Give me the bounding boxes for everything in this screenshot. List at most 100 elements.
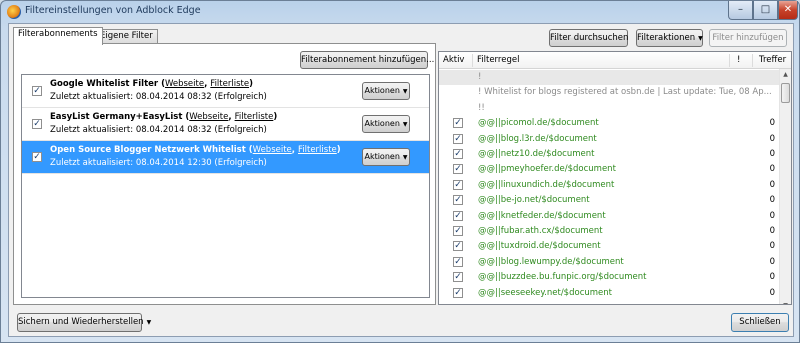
close-window-button[interactable]: ✕: [778, 1, 798, 20]
dialog-client-area: Filterabonnements Eigene Filter Filterab…: [8, 23, 794, 337]
filter-rule-text: @@||blog.l3r.de/$document: [478, 133, 597, 144]
subscription-status: Zuletzt aktualisiert: 08.04.2014 12:30 (…: [50, 158, 267, 168]
filter-row[interactable]: ✓ @@||knetfeder.de/$document 0: [439, 209, 779, 224]
vertical-scrollbar[interactable]: ▲ ▼: [779, 69, 791, 304]
filter-list-link[interactable]: Filterliste: [210, 79, 249, 89]
check-icon[interactable]: ✓: [32, 152, 42, 162]
tab-custom-filters[interactable]: Eigene Filter: [95, 29, 158, 44]
filter-hits: 0: [769, 179, 775, 190]
tab-filter-subscriptions[interactable]: Filterabonnements: [13, 27, 103, 45]
backup-restore-button[interactable]: Sichern und Wiederherstellen ▼: [17, 313, 151, 332]
subscription-row[interactable]: ✓ Google Whitelist Filter (Webseite, Fil…: [22, 75, 429, 108]
filter-rule-text: @@||seeseekey.net/$document: [478, 287, 612, 298]
filter-row[interactable]: ✓ @@||be-jo.net/$document 0: [439, 193, 779, 208]
subscription-row-selected[interactable]: ✓ Open Source Blogger Netzwerk Whitelist…: [22, 141, 429, 174]
maximize-button[interactable]: □: [753, 1, 778, 20]
filter-rule-text: @@||buzzdee.bu.funpic.org/$document: [478, 272, 647, 283]
column-header-flag[interactable]: !: [737, 55, 740, 65]
filter-row[interactable]: ✓ @@||fubar.ath.cx/$document 0: [439, 224, 779, 239]
filter-row[interactable]: ✓ @@||netz10.de/$document 0: [439, 147, 779, 162]
add-filter-button[interactable]: Filter hinzufügen: [709, 29, 787, 47]
actions-label: Aktionen: [364, 119, 400, 128]
scroll-down-icon[interactable]: ▼: [780, 300, 791, 304]
check-icon[interactable]: ✓: [32, 86, 42, 96]
check-icon[interactable]: ✓: [453, 210, 463, 221]
actions-button[interactable]: Aktionen ▼: [362, 82, 410, 100]
chevron-down-icon: ▼: [146, 319, 152, 326]
subscription-title: EasyList Germany+EasyList (Webseite, Fil…: [50, 112, 278, 122]
filter-hits: 0: [769, 210, 775, 221]
scroll-thumb[interactable]: [781, 83, 790, 103]
check-icon[interactable]: ✓: [453, 118, 463, 129]
check-icon[interactable]: ✓: [453, 241, 463, 252]
check-icon[interactable]: ✓: [453, 133, 463, 144]
filter-hits: 0: [769, 164, 775, 175]
column-header-active[interactable]: Aktiv: [443, 55, 464, 65]
filter-list-link[interactable]: Filterliste: [298, 145, 337, 155]
actions-label: Aktionen: [364, 152, 400, 161]
check-icon[interactable]: ✓: [453, 195, 463, 206]
filter-actions-button[interactable]: Filteraktionen ▼: [636, 29, 703, 47]
filter-rule-text: @@||linuxundich.de/$document: [478, 179, 615, 190]
filter-rule-text: @@||picomol.de/$document: [478, 118, 599, 129]
filter-row[interactable]: ✓ @@||tuxdroid.de/$document 0: [439, 239, 779, 254]
check-icon[interactable]: ✓: [453, 149, 463, 159]
filter-hits: 0: [769, 195, 775, 206]
check-icon[interactable]: ✓: [453, 256, 463, 267]
actions-label: Aktionen: [364, 86, 400, 95]
subscription-name: EasyList Germany+EasyList: [50, 112, 183, 122]
check-icon[interactable]: ✓: [32, 119, 42, 129]
subscriptions-panel: Filterabonnement hinzufügen... ✓ Google …: [13, 43, 436, 305]
filter-row[interactable]: ✓ @@||linuxundich.de/$document 0: [439, 178, 779, 193]
filter-comment-text: !!: [478, 102, 485, 113]
filter-row[interactable]: !: [439, 70, 779, 86]
website-link[interactable]: Webseite: [165, 79, 204, 89]
subscription-status: Zuletzt aktualisiert: 08.04.2014 08:32 (…: [50, 92, 267, 102]
filter-hits: 0: [769, 287, 775, 298]
subscription-status: Zuletzt aktualisiert: 08.04.2014 08:32 (…: [50, 125, 267, 135]
filter-row[interactable]: ! Whitelist for blogs registered at osbn…: [439, 85, 779, 100]
check-icon[interactable]: ✓: [453, 179, 463, 190]
filter-row[interactable]: ✓ @@||seeseekey.net/$document 0: [439, 286, 779, 301]
filter-hits: 0: [769, 226, 775, 236]
website-link[interactable]: Webseite: [253, 145, 292, 155]
column-separator: [729, 54, 730, 67]
chevron-down-icon: ▼: [698, 35, 703, 42]
filter-comment-text: ! Whitelist for blogs registered at osbn…: [478, 87, 772, 98]
filter-row[interactable]: ✓ @@||buzzdee.bu.funpic.org/$document 0: [439, 270, 779, 285]
filter-row[interactable]: !!: [439, 101, 779, 116]
filter-rule-text: @@||fubar.ath.cx/$document: [478, 226, 603, 236]
scroll-up-icon[interactable]: ▲: [780, 69, 791, 81]
column-header-rule[interactable]: Filterregel: [477, 55, 519, 65]
search-filter-button[interactable]: Filter durchsuchen: [549, 29, 628, 47]
filter-row[interactable]: ✓ @@||pmeyhoefer.de/$document 0: [439, 162, 779, 177]
check-icon[interactable]: ✓: [453, 164, 463, 175]
actions-button[interactable]: Aktionen ▼: [362, 148, 410, 166]
close-button[interactable]: Schließen: [731, 313, 789, 332]
check-icon[interactable]: ✓: [453, 287, 463, 298]
minimize-button[interactable]: –: [728, 1, 753, 20]
subscription-title: Open Source Blogger Netzwerk Whitelist (…: [50, 145, 341, 155]
actions-button[interactable]: Aktionen ▼: [362, 115, 410, 133]
filter-hits: 0: [769, 149, 775, 159]
add-subscription-button[interactable]: Filterabonnement hinzufügen...: [300, 51, 434, 69]
website-link[interactable]: Webseite: [189, 112, 228, 122]
column-separator: [752, 54, 753, 67]
subscription-name: Open Source Blogger Netzwerk Whitelist: [50, 145, 246, 155]
filter-row[interactable]: ✓ @@||blog.lewumpy.de/$document 0: [439, 255, 779, 270]
filter-settings-window: Filtereinstellungen von Adblock Edge – □…: [0, 0, 800, 343]
filter-hits: 0: [769, 118, 775, 129]
backup-restore-label: Sichern und Wiederherstellen: [18, 317, 144, 327]
filter-table[interactable]: Aktiv Filterregel ! Treffer ! ! Whitelist…: [438, 51, 792, 305]
check-icon[interactable]: ✓: [453, 226, 463, 236]
title-bar[interactable]: Filtereinstellungen von Adblock Edge – □…: [1, 1, 799, 23]
filter-hits: 0: [769, 272, 775, 283]
check-icon[interactable]: ✓: [453, 272, 463, 283]
filter-row[interactable]: ✓ @@||picomol.de/$document 0: [439, 116, 779, 131]
filter-rule-text: @@||netz10.de/$document: [478, 149, 595, 159]
column-header-hits[interactable]: Treffer: [759, 55, 786, 65]
filter-list-link[interactable]: Filterliste: [235, 112, 274, 122]
subscription-row[interactable]: ✓ EasyList Germany+EasyList (Webseite, F…: [22, 108, 429, 141]
filter-row[interactable]: ✓ @@||blog.l3r.de/$document 0: [439, 132, 779, 147]
subscription-name: Google Whitelist Filter: [50, 79, 159, 89]
